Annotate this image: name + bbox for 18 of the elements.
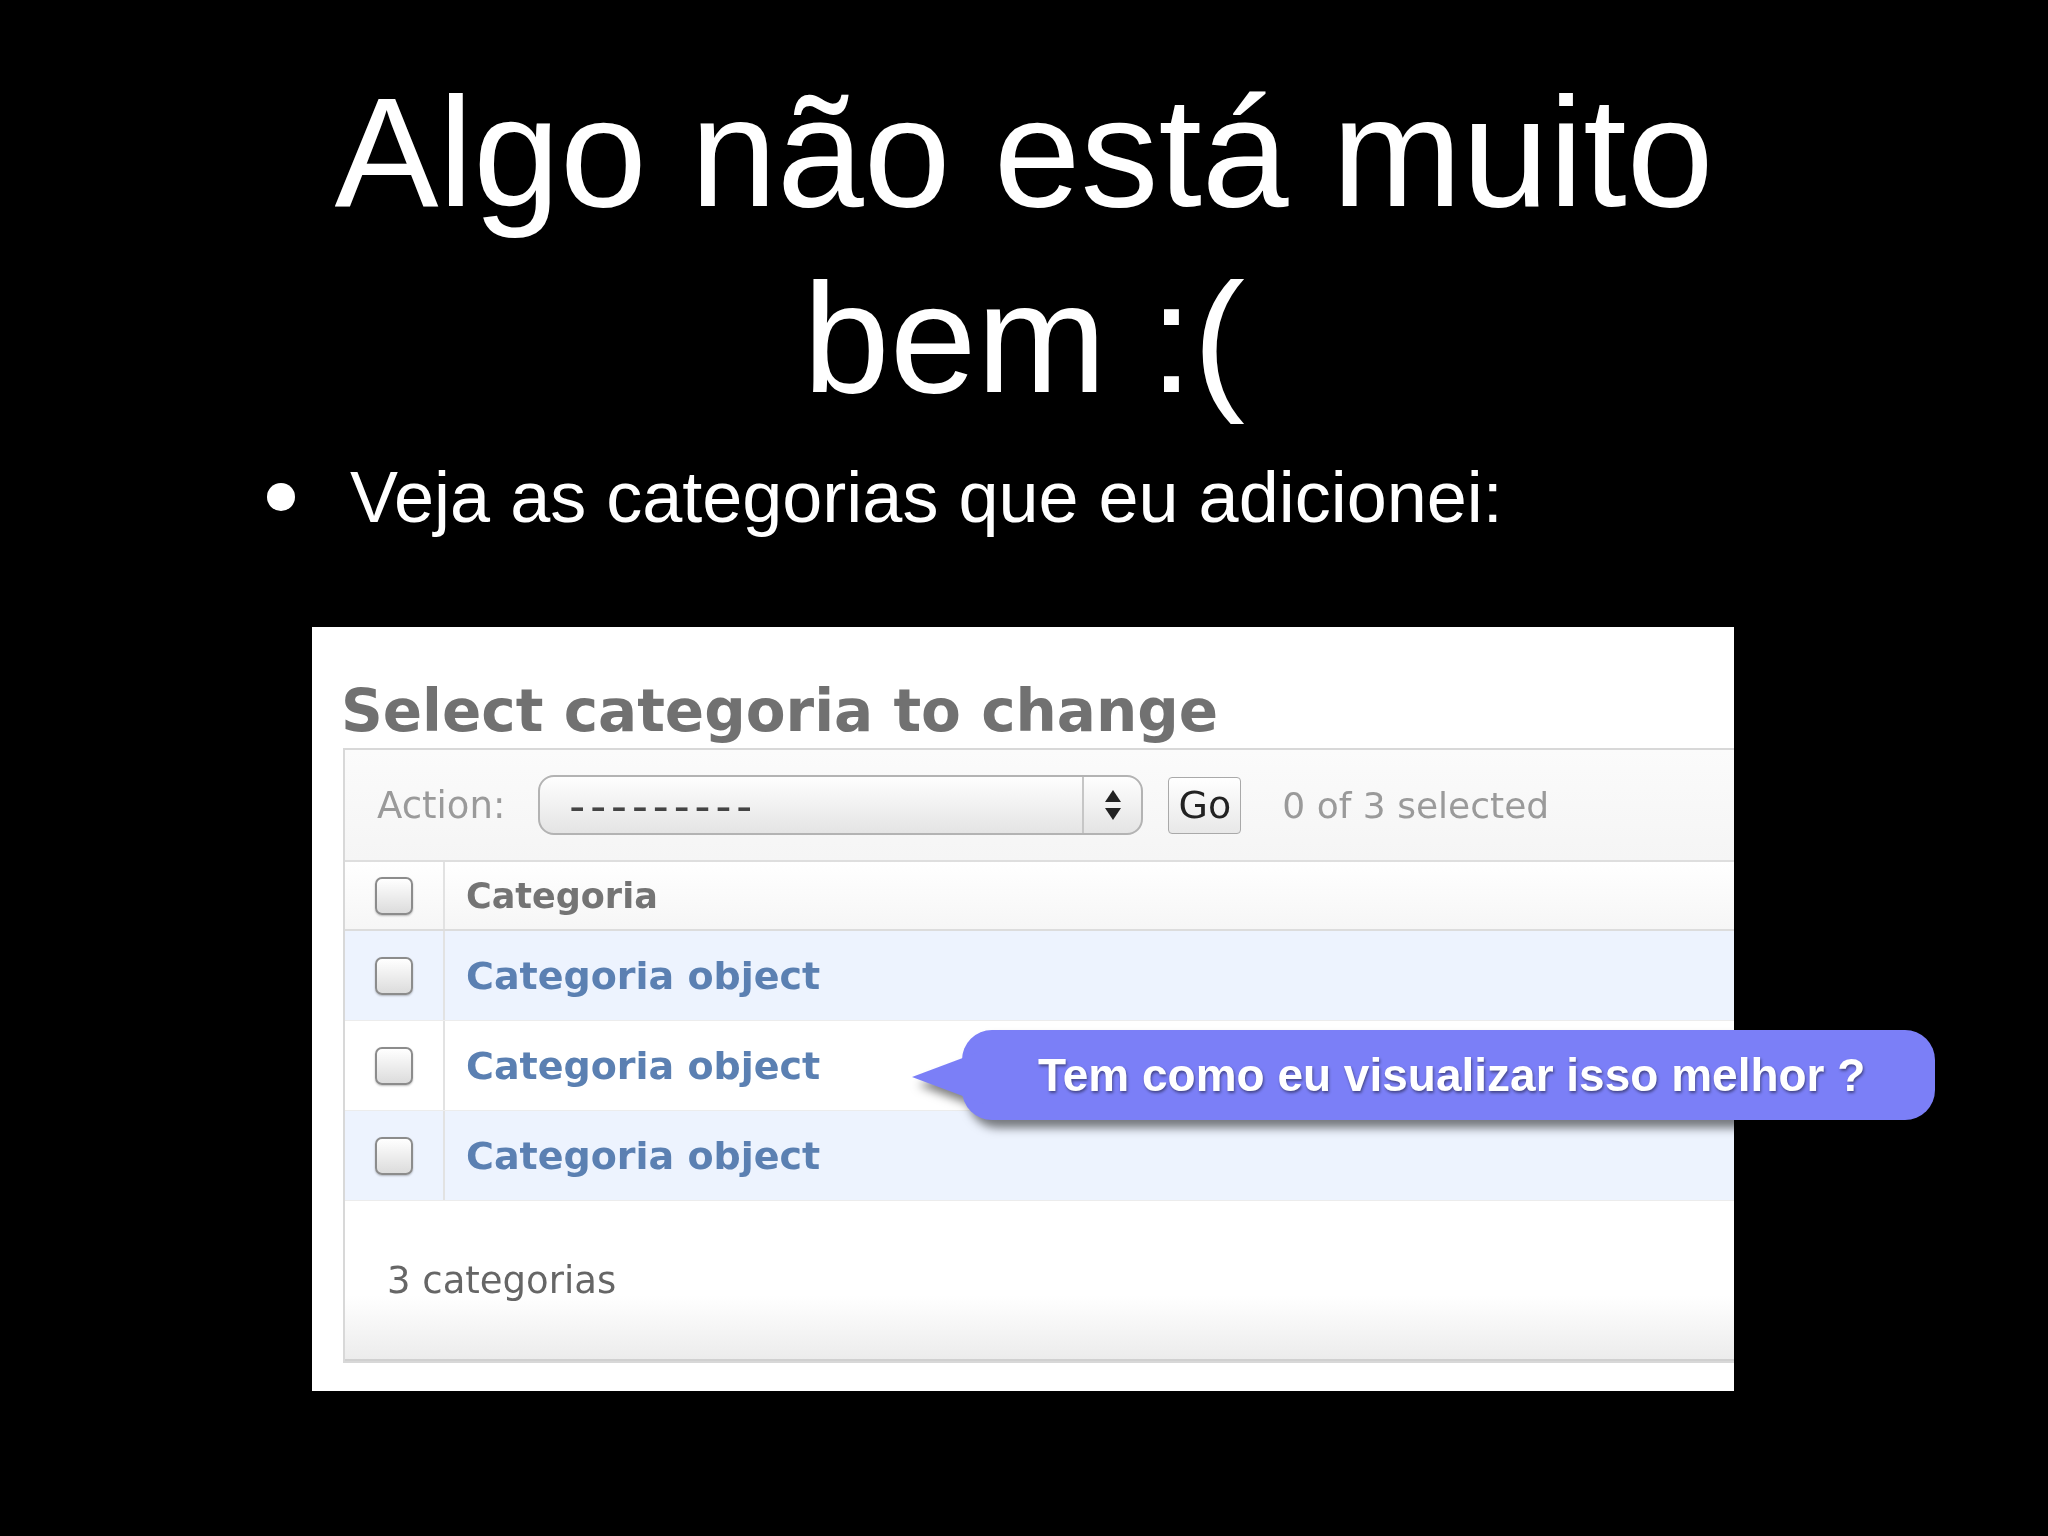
checkbox[interactable] bbox=[375, 956, 413, 995]
bullet-text: Veja as categorias que eu adicionei: bbox=[350, 456, 1503, 539]
action-select[interactable]: --------- bbox=[538, 775, 1144, 835]
action-label: Action: bbox=[377, 783, 506, 827]
object-link[interactable]: Categoria object bbox=[466, 1043, 821, 1088]
object-link[interactable]: Categoria object bbox=[466, 953, 821, 998]
up-down-arrows-icon bbox=[1104, 790, 1121, 820]
checkbox[interactable] bbox=[375, 1046, 413, 1085]
result-count: 3 categorias bbox=[387, 1258, 617, 1302]
checkbox[interactable] bbox=[375, 876, 413, 915]
bullet-icon bbox=[267, 483, 295, 511]
object-link[interactable]: Categoria object bbox=[466, 1133, 821, 1178]
go-button[interactable]: Go bbox=[1168, 776, 1242, 834]
selection-count: 0 of 3 selected bbox=[1282, 784, 1550, 826]
checkbox[interactable] bbox=[375, 1136, 413, 1175]
column-header: Categoria bbox=[466, 875, 658, 916]
page-heading: Select categoria to change bbox=[341, 676, 1219, 746]
slide-title: Algo não está muito bem :( bbox=[334, 65, 1714, 425]
